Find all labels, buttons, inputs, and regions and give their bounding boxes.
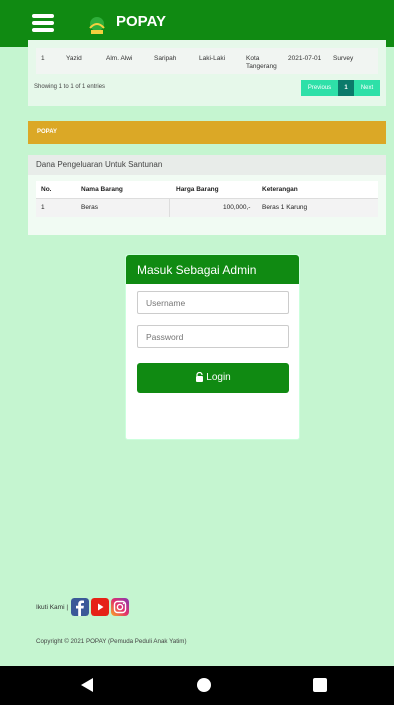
entries-panel: 1 Yazid Alm. Alwi Saripah Laki-Laki Kota… — [28, 40, 386, 106]
column-header: Harga Barang — [176, 186, 219, 193]
table-cell: Alm. Alwi — [106, 55, 133, 62]
follow-us: Ikuti Kami | — [36, 596, 131, 618]
column-header: No. — [41, 186, 52, 193]
back-icon[interactable] — [80, 677, 94, 693]
section-bar-title: POPAY — [37, 129, 58, 135]
system-navigation-bar — [0, 666, 394, 705]
login-card: Masuk Sebagai Admin Login — [125, 254, 300, 440]
table-cell: 100,000,- — [223, 204, 251, 211]
table-cell: Beras 1 Karung — [262, 204, 308, 211]
facebook-icon[interactable] — [71, 598, 90, 616]
pagination: Previous 1 Next — [301, 80, 380, 96]
login-title: Masuk Sebagai Admin — [137, 263, 257, 277]
column-header: Keterangan — [262, 186, 298, 193]
lock-icon — [196, 372, 204, 383]
youtube-icon[interactable] — [91, 598, 110, 616]
login-button[interactable]: Login — [137, 363, 289, 393]
table-cell: 1 — [41, 204, 45, 211]
home-icon[interactable] — [197, 678, 211, 692]
username-input[interactable] — [137, 291, 289, 314]
login-button-label: Login — [206, 372, 231, 383]
follow-label: Ikuti Kami | — [36, 603, 69, 611]
password-input[interactable] — [137, 325, 289, 348]
next-button[interactable]: Next — [354, 80, 380, 96]
table-cell: Kota Tangerang — [246, 55, 277, 70]
page-1-button[interactable]: 1 — [338, 80, 354, 96]
expenses-table: No. Nama Barang Harga Barang Keterangan … — [36, 181, 378, 217]
panel-title: Dana Pengeluaran Untuk Santunan — [36, 160, 163, 169]
logo-icon — [89, 17, 105, 34]
table-cell: Laki-Laki — [199, 55, 226, 62]
panel-heading: Dana Pengeluaran Untuk Santunan — [28, 155, 386, 175]
table-cell: 1 — [41, 55, 45, 62]
expenses-panel: Dana Pengeluaran Untuk Santunan No. Nama… — [28, 155, 386, 235]
cell-divider — [169, 199, 170, 217]
table-row: 1 Beras 100,000,- Beras 1 Karung — [36, 199, 378, 217]
table-cell: Yazid — [66, 55, 82, 62]
copyright-text: Copyright © 2021 POPAY (Pemuda Peduli An… — [36, 638, 187, 645]
instagram-icon[interactable] — [111, 598, 130, 616]
recents-icon[interactable] — [313, 678, 327, 692]
menu-icon[interactable] — [32, 14, 54, 32]
login-header: Masuk Sebagai Admin — [126, 255, 299, 284]
table-cell: 2021-07-01 — [288, 55, 322, 62]
table-cell: Saripah — [154, 55, 177, 62]
showing-entries: Showing 1 to 1 of 1 entries — [34, 84, 106, 90]
table-row: 1 Yazid Alm. Alwi Saripah Laki-Laki Kota… — [36, 48, 378, 74]
table-header-row: No. Nama Barang Harga Barang Keterangan — [36, 181, 378, 199]
app-title: POPAY — [116, 13, 167, 30]
table-cell: Survey — [333, 55, 354, 62]
previous-button[interactable]: Previous — [301, 80, 338, 96]
table-cell: Beras — [81, 204, 98, 211]
column-header: Nama Barang — [81, 186, 123, 193]
section-bar: POPAY — [28, 121, 386, 144]
